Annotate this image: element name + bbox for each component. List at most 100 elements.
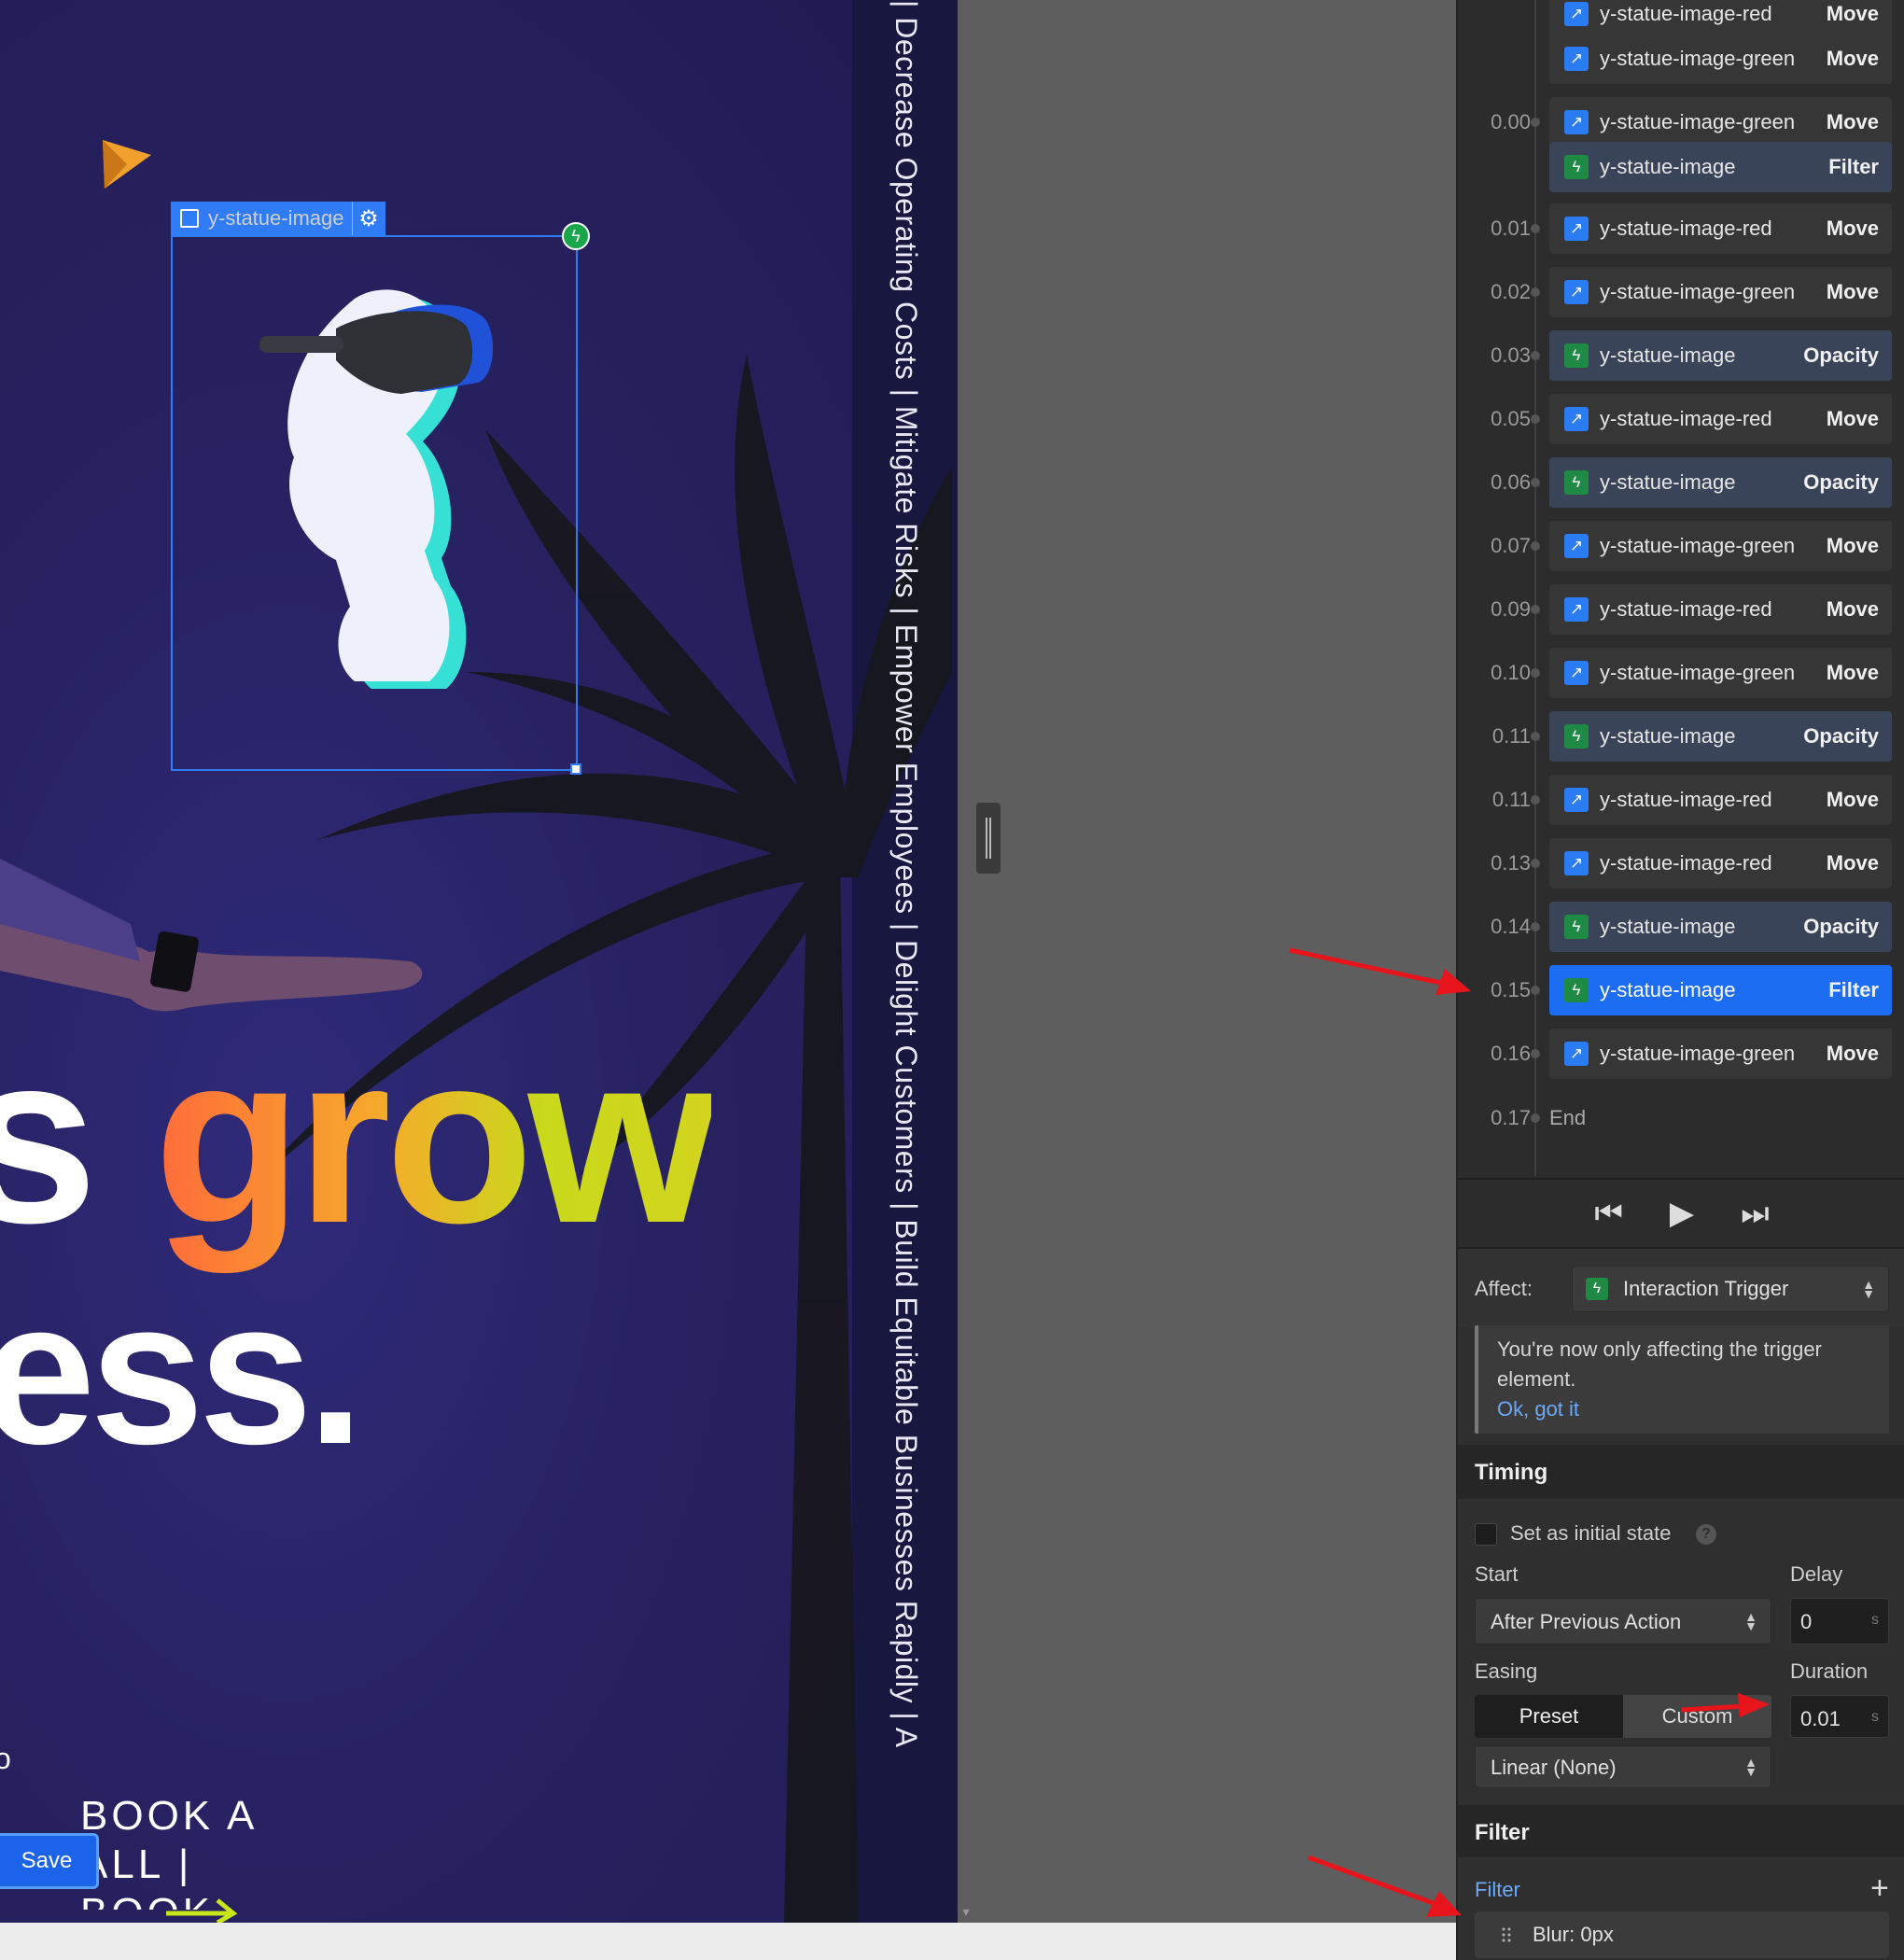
action-target-name: y-statue-image: [1600, 978, 1736, 1001]
bottom-bar: [0, 1923, 1456, 1960]
annotation-arrow-icon: [1289, 947, 1471, 995]
design-canvas[interactable]: y-statue-image ⚙ ϟ s grow ess. o BOOK A …: [0, 0, 958, 1923]
vertical-marquee-text: | Decrease Operating Costs | Mitigate Ri…: [889, 0, 926, 1923]
resize-handle[interactable]: [570, 763, 581, 775]
initial-state-checkbox[interactable]: [1475, 1523, 1497, 1546]
selection-outline[interactable]: [171, 235, 578, 771]
filter-link[interactable]: Filter: [1475, 1878, 1520, 1902]
timeline-time: 0.00: [1491, 110, 1531, 133]
action-type: Move: [1826, 110, 1879, 133]
move-action-icon: ↗: [1564, 2, 1589, 26]
affect-select[interactable]: ϟ Interaction Trigger ▲ ▼: [1572, 1266, 1889, 1312]
timeline-dot: [1531, 414, 1540, 424]
timing-section-header[interactable]: Timing: [1458, 1445, 1904, 1499]
timeline-list[interactable]: 0.17 End ↗ y-statue-image-red Move ↗ y-statu…: [1458, 0, 1904, 1178]
interactions-panel: 0.17 End ↗ y-statue-image-red Move ↗ y-statu…: [1456, 0, 1904, 1960]
timeline-action-row[interactable]: ϟ y-statue-image Opacity: [1549, 330, 1892, 381]
canvas-scrollbar[interactable]: [958, 0, 974, 1923]
start-value: After Previous Action: [1491, 1610, 1682, 1633]
action-type: Move: [1826, 661, 1879, 684]
trigger-bolt-icon: ϟ: [1564, 470, 1589, 495]
action-target-name: y-statue-image: [1600, 724, 1736, 748]
add-filter-icon[interactable]: +: [1870, 1870, 1889, 1907]
timeline-action-row[interactable]: ↗ y-statue-image-red Move: [1549, 775, 1892, 825]
timeline-time: 0.11: [1491, 788, 1531, 811]
help-icon[interactable]: ?: [1696, 1524, 1716, 1545]
timeline-time: 0.05: [1491, 407, 1531, 430]
trigger-bolt-icon: ϟ: [1564, 915, 1589, 939]
timeline-dot: [1531, 732, 1540, 741]
action-target-name: y-statue-image-red: [1600, 788, 1772, 811]
easing-label: Easing: [1475, 1659, 1538, 1683]
timeline-action-row[interactable]: ϟ y-statue-image Opacity: [1549, 457, 1892, 508]
timeline-action-row[interactable]: ↗ y-statue-image-red Move: [1549, 838, 1892, 889]
panel-resize-handle[interactable]: [976, 803, 1001, 874]
start-label: Start: [1475, 1562, 1519, 1586]
timeline-action-row[interactable]: ϟ y-statue-image Filter: [1549, 142, 1892, 192]
book-call-link[interactable]: BOOK A ALL | BOOK: [80, 1792, 258, 1910]
gear-icon[interactable]: ⚙: [351, 202, 385, 235]
updown-icon: ▲ ▼: [1744, 1609, 1757, 1633]
move-action-icon: ↗: [1564, 534, 1589, 558]
timeline-action-row[interactable]: ↗ y-statue-image-red Move: [1549, 394, 1892, 444]
affect-value: Interaction Trigger: [1623, 1277, 1789, 1300]
timeline-dot: [1531, 605, 1540, 614]
preset-tab[interactable]: Preset: [1475, 1695, 1623, 1738]
action-type: Move: [1826, 851, 1879, 875]
selection-label[interactable]: y-statue-image ⚙: [171, 202, 385, 235]
book-line-1: BOOK A: [80, 1793, 259, 1839]
scroll-down-icon[interactable]: ▾: [958, 1904, 974, 1923]
action-target-name: y-statue-image-red: [1600, 407, 1772, 430]
timeline-time: 0.01: [1491, 217, 1531, 240]
action-type: Move: [1826, 2, 1879, 25]
timeline-action-row[interactable]: ↗ y-statue-image-red Move: [1549, 584, 1892, 635]
action-type: Opacity: [1803, 343, 1879, 367]
timeline-action-row[interactable]: ↗ y-statue-image-red Move: [1549, 203, 1892, 254]
delay-input[interactable]: 0 s: [1790, 1598, 1889, 1645]
timeline-time: 0.13: [1491, 851, 1531, 875]
filter-section-header[interactable]: Filter: [1458, 1805, 1904, 1857]
action-type: Move: [1826, 788, 1879, 811]
action-target-name: y-statue-image-green: [1600, 661, 1796, 684]
drag-grip-icon[interactable]: [1501, 1926, 1512, 1943]
timeline-end-time: 0.17: [1491, 1106, 1531, 1129]
ok-got-it-link[interactable]: Ok, got it: [1497, 1394, 1870, 1424]
filter-item-blur[interactable]: Blur: 0px: [1475, 1911, 1889, 1958]
timeline-action-row[interactable]: ↗ y-statue-image-green Move: [1549, 97, 1892, 147]
move-action-icon: ↗: [1564, 280, 1589, 304]
timeline-action-row[interactable]: ϟ y-statue-image Filter: [1549, 965, 1892, 1015]
play-icon[interactable]: ▶: [1670, 1195, 1694, 1232]
action-type: Move: [1826, 534, 1879, 557]
timeline-action-row[interactable]: ↗ y-statue-image-green Move: [1549, 1029, 1892, 1079]
duration-value: 0.01: [1800, 1707, 1841, 1730]
timeline-dot: [1531, 541, 1540, 551]
action-target-name: y-statue-image-red: [1600, 217, 1772, 240]
timeline-action-row[interactable]: ϟ y-statue-image Opacity: [1549, 902, 1892, 952]
save-button[interactable]: Save: [0, 1833, 99, 1889]
skip-forward-icon[interactable]: ⏭: [1741, 1196, 1770, 1232]
timeline-action-row[interactable]: ↗ y-statue-image-green Move: [1549, 648, 1892, 698]
start-select[interactable]: After Previous Action ▲ ▼: [1475, 1598, 1771, 1645]
skip-back-icon[interactable]: ⏮: [1594, 1196, 1623, 1232]
affect-notice: You're now only affecting the trigger el…: [1475, 1325, 1889, 1434]
custom-tab[interactable]: Custom: [1623, 1695, 1771, 1738]
timeline-action-row[interactable]: ↗ y-statue-image-green Move: [1549, 267, 1892, 317]
timeline-dot: [1531, 351, 1540, 360]
timeline-time: 0.09: [1491, 597, 1531, 621]
move-action-icon: ↗: [1564, 1042, 1589, 1066]
duration-input[interactable]: 0.01 s: [1790, 1695, 1889, 1738]
timeline-time: 0.06: [1491, 470, 1531, 494]
delay-label: Delay: [1790, 1562, 1843, 1586]
action-target-name: y-statue-image-red: [1600, 597, 1772, 621]
timeline-action-row[interactable]: ϟ y-statue-image Opacity: [1549, 711, 1892, 762]
image-icon: [180, 209, 199, 228]
action-type: Move: [1826, 1042, 1879, 1065]
timeline-dot: [1531, 478, 1540, 487]
timeline-action-row[interactable]: ↗ y-statue-image-green Move: [1549, 521, 1892, 571]
arrow-right-icon: [166, 1898, 238, 1923]
easing-select[interactable]: Linear (None) ▲ ▼: [1475, 1745, 1771, 1788]
timeline-action-row[interactable]: ↗ y-statue-image-green Move: [1549, 34, 1892, 84]
move-action-icon: ↗: [1564, 110, 1589, 134]
interaction-bolt-icon[interactable]: ϟ: [562, 222, 590, 250]
move-action-icon: ↗: [1564, 597, 1589, 622]
